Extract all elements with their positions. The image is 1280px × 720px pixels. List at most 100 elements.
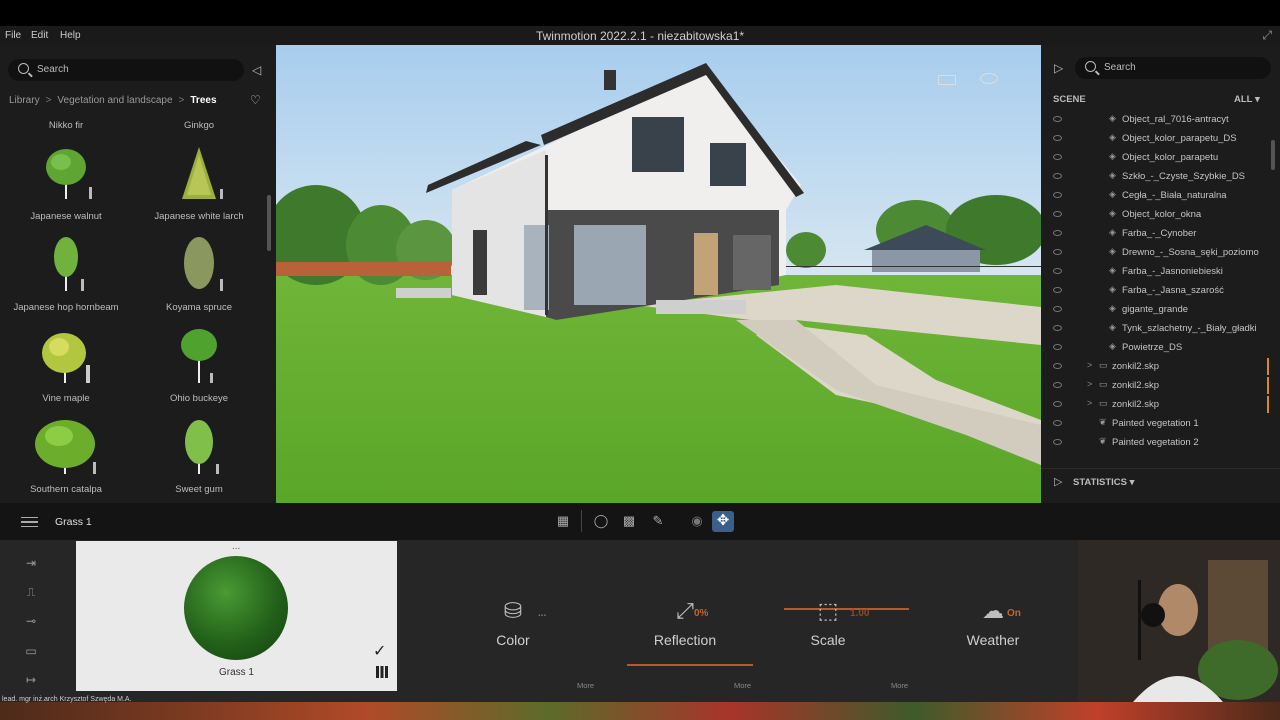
- library-item-label[interactable]: Southern catalpa: [1, 484, 131, 495]
- reflection-icon: ⤢: [676, 598, 694, 623]
- back-icon[interactable]: ◉: [688, 512, 706, 530]
- library-item-label[interactable]: Japanese hop hornbeam: [1, 302, 131, 313]
- buckeye-tree-icon[interactable]: [164, 327, 234, 389]
- library-scrollbar[interactable]: [267, 195, 271, 251]
- eye-icon[interactable]: [980, 73, 998, 84]
- scale-more-link[interactable]: More: [891, 681, 908, 690]
- scene-item[interactable]: ❦ Painted vegetation 1: [1041, 415, 1271, 434]
- material-icon: ◈: [1109, 170, 1116, 180]
- visibility-eye-icon[interactable]: [1053, 325, 1062, 331]
- checkmark-icon[interactable]: ✓: [373, 641, 386, 661]
- preview-options[interactable]: ...: [232, 541, 240, 552]
- scene-item[interactable]: ◈ Farba_-_Jasna_szarość: [1041, 282, 1271, 301]
- hamburger-menu-icon[interactable]: [21, 517, 38, 527]
- library-item-label[interactable]: Koyama spruce: [134, 302, 264, 313]
- flower-bed-strip: [0, 702, 1280, 720]
- reflection-more-link[interactable]: More: [734, 681, 751, 690]
- visibility-eye-icon[interactable]: [1053, 401, 1062, 407]
- collapse-panel-icon[interactable]: ◁: [252, 63, 261, 77]
- visibility-eye-icon[interactable]: [1053, 154, 1062, 160]
- visibility-eye-icon[interactable]: [1053, 192, 1062, 198]
- visibility-eye-icon[interactable]: [1053, 420, 1062, 426]
- scene-item[interactable]: ◈ Object_kolor_parapetu_DS: [1041, 130, 1271, 149]
- visibility-eye-icon[interactable]: [1053, 287, 1062, 293]
- visibility-eye-icon[interactable]: [1053, 173, 1062, 179]
- scene-item[interactable]: ◈ Powietrze_DS: [1041, 339, 1271, 358]
- grid-select-icon[interactable]: ▦: [554, 512, 572, 530]
- scene-item[interactable]: ◈ Object_ral_7016-antracyt: [1041, 111, 1271, 130]
- slider-icon[interactable]: ⊸: [20, 614, 42, 630]
- folder-icon: ▭: [1099, 360, 1108, 370]
- visibility-eye-icon[interactable]: [1053, 439, 1062, 445]
- export-icon[interactable]: ↦: [20, 673, 42, 689]
- visibility-eye-icon[interactable]: [1053, 306, 1062, 312]
- move-tool-button[interactable]: ✥: [712, 511, 734, 532]
- catalpa-tree-icon[interactable]: [31, 418, 101, 480]
- color-property[interactable]: ⛁ Color ...: [478, 598, 548, 648]
- chevron-right-icon[interactable]: >: [1087, 379, 1092, 389]
- path-icon[interactable]: ⎍: [20, 585, 42, 601]
- scene-item[interactable]: > ▭ zonkil2.skp: [1041, 358, 1271, 377]
- sweetgum-tree-icon[interactable]: [164, 418, 234, 480]
- grid-view-icon[interactable]: [376, 666, 388, 678]
- scene-item[interactable]: > ▭ zonkil2.skp: [1041, 396, 1271, 415]
- library-item-label[interactable]: Sweet gum: [134, 484, 264, 495]
- statistics-section[interactable]: ▷ STATISTICS ▾: [1041, 468, 1280, 494]
- reflection-slider[interactable]: [627, 664, 753, 666]
- scene-filter-dropdown[interactable]: ALL ▾: [1234, 94, 1260, 105]
- breadcrumb-library[interactable]: Library: [9, 95, 40, 106]
- scene-item[interactable]: ◈ gigante_grande: [1041, 301, 1271, 320]
- material-preview[interactable]: ... Grass 1 ✓: [76, 541, 397, 691]
- library-item-label[interactable]: Nikko fir: [1, 120, 131, 131]
- spruce-tree-icon[interactable]: [164, 235, 234, 297]
- scale-property[interactable]: ⬚ Scale 1.00: [798, 598, 869, 648]
- library-search-input[interactable]: Search: [8, 59, 244, 81]
- media-icon[interactable]: ▭: [20, 644, 42, 660]
- frame-icon[interactable]: [938, 75, 956, 85]
- maple-tree-icon[interactable]: [31, 327, 101, 389]
- paint-texture-icon[interactable]: ▩: [620, 512, 638, 530]
- scene-search-input[interactable]: Search: [1075, 57, 1271, 79]
- visibility-eye-icon[interactable]: [1053, 135, 1062, 141]
- breadcrumb-vegetation[interactable]: Vegetation and landscape: [57, 95, 172, 106]
- scene-item[interactable]: ◈ Object_kolor_parapetu: [1041, 149, 1271, 168]
- library-item-label[interactable]: Ohio buckeye: [134, 393, 264, 404]
- visibility-eye-icon[interactable]: [1053, 382, 1062, 388]
- library-item-label[interactable]: Japanese white larch: [134, 211, 264, 222]
- larch-tree-icon[interactable]: [164, 145, 234, 207]
- visibility-eye-icon[interactable]: [1053, 230, 1062, 236]
- visibility-eye-icon[interactable]: [1053, 344, 1062, 350]
- chevron-right-icon[interactable]: >: [1087, 360, 1092, 370]
- 3d-viewport[interactable]: [276, 45, 1041, 503]
- eyedropper-icon[interactable]: ✎: [649, 512, 667, 530]
- fullscreen-icon[interactable]: ⤢: [1262, 28, 1272, 43]
- scene-item[interactable]: ◈ Szkło_-_Czyste_Szybkie_DS: [1041, 168, 1271, 187]
- scene-item[interactable]: ◈ Object_kolor_okna: [1041, 206, 1271, 225]
- hornbeam-tree-icon[interactable]: [31, 235, 101, 297]
- chevron-right-icon[interactable]: >: [1087, 398, 1092, 408]
- visibility-eye-icon[interactable]: [1053, 116, 1062, 122]
- library-item-label[interactable]: Japanese walnut: [1, 211, 131, 222]
- visibility-eye-icon[interactable]: [1053, 363, 1062, 369]
- favorite-heart-icon[interactable]: ♡: [250, 93, 261, 107]
- scene-item[interactable]: ◈ Drewno_-_Sosna_sęki_poziomo: [1041, 244, 1271, 263]
- color-more-link[interactable]: More: [577, 681, 594, 690]
- scene-scrollbar[interactable]: [1271, 140, 1275, 170]
- visibility-eye-icon[interactable]: [1053, 268, 1062, 274]
- walnut-tree-icon[interactable]: [31, 145, 101, 207]
- weather-property[interactable]: ☁ Weather On: [962, 598, 1024, 648]
- scene-item[interactable]: ❦ Painted vegetation 2: [1041, 434, 1271, 453]
- visibility-eye-icon[interactable]: [1053, 211, 1062, 217]
- scene-item[interactable]: ◈ Cegła_-_Biała_naturalna: [1041, 187, 1271, 206]
- scene-item[interactable]: > ▭ zonkil2.skp: [1041, 377, 1271, 396]
- scene-item[interactable]: ◈ Farba_-_Jasnoniebieski: [1041, 263, 1271, 282]
- reflection-property[interactable]: ⤢ Reflection 0%: [640, 598, 730, 648]
- visibility-eye-icon[interactable]: [1053, 249, 1062, 255]
- scene-item[interactable]: ◈ Farba_-_Cynober: [1041, 225, 1271, 244]
- library-item-label[interactable]: Vine maple: [1, 393, 131, 404]
- expand-panel-icon[interactable]: ▷: [1054, 61, 1063, 75]
- library-item-label[interactable]: Ginkgo: [134, 120, 264, 131]
- scene-item[interactable]: ◈ Tynk_szlachetny_-_Biały_gładki: [1041, 320, 1271, 339]
- lasso-select-icon[interactable]: ◯: [592, 512, 610, 530]
- import-icon[interactable]: ⇥: [20, 556, 42, 572]
